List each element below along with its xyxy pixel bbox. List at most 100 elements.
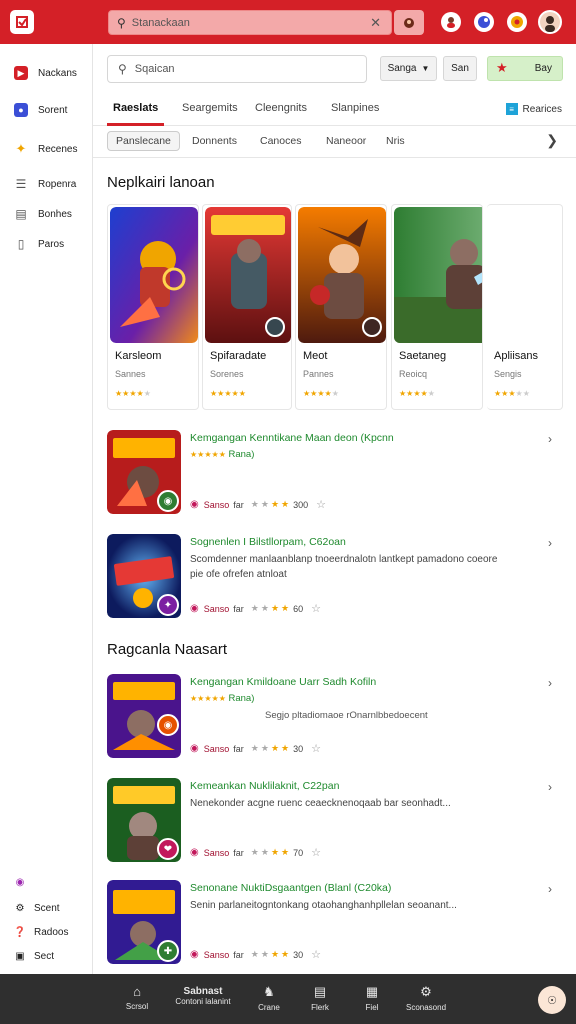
rating-stars: ★★★★★ [115,389,151,398]
folder-icon: ▤ [313,984,327,999]
sidebar-item-games[interactable]: ▶ Nackans [14,66,77,80]
list-item-count: 70 [293,847,304,858]
list-item-footer-label: Sanso [203,499,230,510]
settings-icon: ⚙ [420,984,432,999]
chevron-right-icon[interactable]: › [548,882,552,896]
chip-4[interactable]: Nris [386,131,405,151]
app-card[interactable]: Saetaneg Reoicq ★★★★★ [391,204,483,410]
app-card-subtitle: Pannes [303,369,334,379]
list-item[interactable]: ✚ Senonane NuktiDsgaantgen (Blanl (C20ka… [107,880,562,968]
list-item-footer-label: Sanso [203,743,230,754]
top-search-input[interactable]: ⚲ Stanackaan ✕ [108,10,392,35]
sidebar-item-images[interactable]: ▤ Bonhes [14,207,72,221]
buy-button[interactable]: ★ Bay [487,56,563,81]
chevron-right-icon[interactable]: › [548,536,552,550]
clear-icon[interactable]: ✕ [370,15,381,31]
chevron-right-icon[interactable]: › [548,780,552,794]
profile-icon[interactable] [441,12,461,32]
rating-stars: ★★★★★ [210,389,246,398]
notifications-icon[interactable] [474,12,494,32]
list-item-description: Segjo pltadiomaoe rOnarnlbbedoecent [265,710,428,721]
app-card-image [110,207,198,343]
list-item-footer-word: far [233,743,244,754]
list-item-count: 30 [293,743,304,754]
app-card[interactable]: Spifaradate Sorenes ★★★★★ [202,204,292,410]
chevron-right-icon[interactable]: › [548,676,552,690]
sidebar-bottom-label: Sect [34,950,55,962]
sn-button[interactable]: San [443,56,477,81]
list-item[interactable]: ◉ Kemgangan Kenntikane Maan deon (Kpcnn … [107,430,562,518]
mic-icon[interactable] [394,10,424,35]
chip-2[interactable]: Canoces [260,131,301,151]
tab-3[interactable]: Slanpines [331,102,379,114]
list-item-footer-label: Sanso [203,949,230,960]
list-item[interactable]: ❤ Kemeankan Nuklilaknit, C22pan Nenekond… [107,778,562,866]
rating-stars: ★ ★ ★ ★ [250,847,290,857]
sidebar-item-books[interactable]: ▯ Paros [14,237,64,251]
favorite-icon[interactable]: ☆ [311,602,321,615]
sidebar-item-offers[interactable]: ✦ Recenes [14,141,78,156]
bottom-nav-label: Sabnast [183,986,223,997]
pink-circle-icon: ◉ [190,603,199,614]
sidebar-bottom-help[interactable]: ❓ Radoos [14,926,69,938]
apps-icon: ● [14,103,28,117]
list-item-footer: ◉ Sanso far ★ ★ ★ ★ 30 ☆ [190,948,321,961]
tab-right-label: Rearices [522,103,562,115]
bottom-nav-folder[interactable]: ▤ Flerk [290,984,350,1012]
bottom-nav-settings[interactable]: ⚙ Sconasond [396,984,456,1012]
bottom-nav-active[interactable]: Sabnast Contoni lalanint [170,986,236,1006]
main-content: ⚲ Sqaican Sanga ▼ San ★ Bay Raeslats Sea… [93,44,576,974]
chevron-right-icon[interactable]: › [548,432,552,446]
list-item[interactable]: ◉ Kengangan Kmildoane Uarr Sadh Kofiln ★… [107,674,562,762]
sidebar-item-list[interactable]: ☰ Ropenra [14,177,77,191]
star-icon: ★ [496,60,508,75]
search-icon: ⚲ [117,15,126,30]
app-card-subtitle: Sengis [494,369,522,379]
bottom-nav: ⌂ Scrsol Sabnast Contoni lalanint ♞ Cran… [0,974,576,1024]
bottom-nav-grid[interactable]: ▦ Fiel [342,984,402,1012]
bottom-nav-label: Crane [258,1003,280,1012]
chevron-right-icon[interactable]: ❯ [546,132,558,149]
list-item-title: Kemeankan Nuklilaknit, C22pan [190,780,340,792]
chip-bar: Panslecane Donnents Canoces Naneoor Nris… [93,126,576,158]
search-input[interactable]: ⚲ Sqaican [107,55,367,83]
favorite-icon[interactable]: ☆ [316,498,326,511]
tab-0[interactable]: Raeslats [113,102,158,114]
list-item-footer: ◉ Sanso far ★ ★ ★ ★ 30 ☆ [190,742,321,755]
tab-right-link[interactable]: ≡ Rearices [505,103,562,115]
tab-1[interactable]: Seargemits [182,102,238,114]
list-item-footer-word: far [233,949,244,960]
sidebar-bottom-settings[interactable]: ⚙ Scent [14,902,60,914]
chat-icon[interactable]: ☉ [538,986,566,1014]
bottom-nav-home[interactable]: ⌂ Scrsol [107,984,167,1011]
chip-0[interactable]: Panslecane [107,131,180,151]
list-item-footer: ◉ Sanso far ★ ★ ★ ★ 60 ☆ [190,602,321,615]
app-card[interactable]: Karsleom Sannes ★★★★★ [107,204,199,410]
chip-1[interactable]: Donnents [192,131,237,151]
favorite-icon[interactable]: ☆ [311,846,321,859]
app-card[interactable]: Apliisans Sengis ★★★★★ [487,204,563,410]
sidebar-bottom-dot[interactable]: ◉ [14,876,34,888]
gear-icon: ⚙ [15,902,25,914]
avatar[interactable] [538,10,562,34]
sidebar-bottom-lock[interactable]: ▣ Sect [14,950,54,962]
list-item-description: Scomdenner manlaanblanp tnoeerdnalotn la… [190,554,498,580]
chip-3[interactable]: Naneoor [326,131,366,151]
app-card[interactable]: Meot Pannes ★★★★★ [295,204,387,410]
book-icon: ▯ [17,237,25,251]
bottom-nav-label: Fiel [365,1003,379,1012]
list-item-description: Senin parlaneitogntonkang otaohanghanhpl… [190,900,457,911]
list-item[interactable]: ✦ Sognenlen I Bilstllorpam, C62oan Scomd… [107,534,562,622]
app-logo-icon[interactable] [10,10,34,34]
favorite-icon[interactable]: ☆ [311,742,321,755]
tab-2[interactable]: Cleengnits [255,102,307,114]
badge-icon: ❤ [157,838,179,860]
rating-stars: ★ ★ ★ ★ [250,603,290,613]
app-card-subtitle: Sorenes [210,369,244,379]
bottom-nav-label: Sconasond [405,1003,447,1012]
sidebar-item-apps[interactable]: ● Sorent [14,103,67,117]
sort-dropdown[interactable]: Sanga ▼ [380,56,437,81]
favorite-icon[interactable]: ☆ [311,948,321,961]
settings-icon[interactable] [507,12,527,32]
list-item-footer-label: Sanso [203,847,230,858]
